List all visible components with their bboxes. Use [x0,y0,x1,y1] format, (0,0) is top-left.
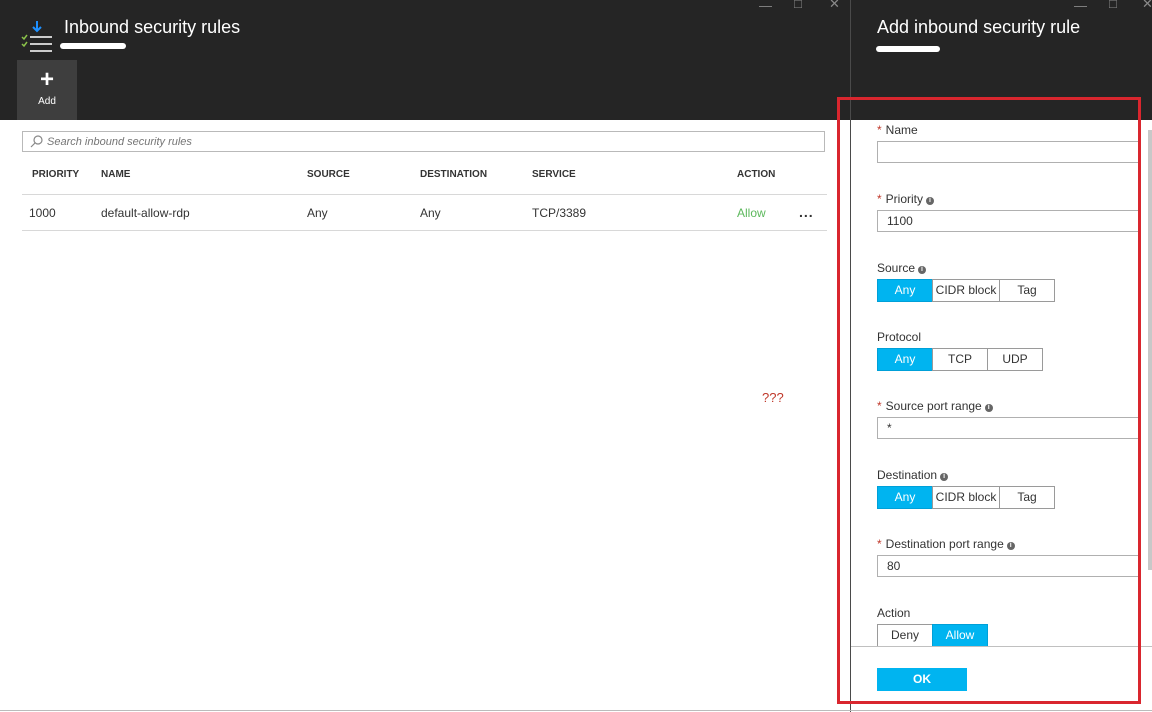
source-option-tag[interactable]: Tag [999,279,1055,302]
column-header-service[interactable]: SERVICE [532,169,576,180]
redacted-subtitle [60,43,126,49]
source-option-cidr-block[interactable]: CIDR block [932,279,1000,302]
source-port-range-label: * Source port range i [877,399,993,413]
add-button-label: Add [38,96,56,107]
search-box[interactable] [22,131,825,152]
search-icon [30,135,43,148]
maximize-icon[interactable]: □ [794,0,802,11]
destination-port-range-input[interactable] [877,555,1139,577]
add-button[interactable]: + Add [17,60,77,120]
header-divider [22,194,827,195]
annotation-question-marks: ??? [762,390,784,405]
source-selector: Any CIDR block Tag [877,279,1055,302]
minimize-icon[interactable]: — [1074,0,1087,13]
info-icon[interactable]: i [918,266,927,274]
source-label: Source i [877,261,927,275]
cell-name: default-allow-rdp [101,206,190,220]
add-rule-form: *Name *Priorityi Sourcei Any CIDR block … [851,120,1152,646]
action-option-allow[interactable]: Allow [932,624,988,646]
cell-source: Any [307,206,328,220]
protocol-option-any[interactable]: Any [877,348,933,371]
column-header-priority[interactable]: PRIORITY [32,169,79,180]
protocol-option-tcp[interactable]: TCP [932,348,988,371]
destination-port-range-label: * Destination port range i [877,537,1015,551]
action-label: Action [877,606,911,620]
column-header-name[interactable]: NAME [101,169,130,180]
search-input[interactable] [47,132,807,151]
action-option-deny[interactable]: Deny [877,624,933,646]
info-icon[interactable]: i [1006,542,1015,550]
destination-option-cidr-block[interactable]: CIDR block [932,486,1000,509]
source-port-range-input[interactable] [877,417,1139,439]
info-icon[interactable]: i [940,473,949,481]
source-option-any[interactable]: Any [877,279,933,302]
destination-option-tag[interactable]: Tag [999,486,1055,509]
protocol-selector: Any TCP UDP [877,348,1043,371]
protocol-label: Protocol [877,330,922,344]
info-icon[interactable]: i [926,197,935,205]
cell-service: TCP/3389 [532,206,587,220]
more-icon[interactable]: ... [799,204,814,220]
close-icon[interactable]: ✕ [829,0,840,12]
destination-option-any[interactable]: Any [877,486,933,509]
redacted-subtitle-right [876,46,940,52]
close-icon[interactable]: ✕ [1142,0,1152,12]
priority-input[interactable] [877,210,1139,232]
inbound-rules-icon [21,21,52,52]
right-blade-title: Add inbound security rule [877,17,1081,37]
priority-label: * Priority i [877,192,935,206]
cell-priority: 1000 [29,206,56,220]
name-label: * Name [877,123,918,137]
column-header-destination[interactable]: DESTINATION [420,169,487,180]
ok-button[interactable]: OK [877,668,967,691]
maximize-icon[interactable]: □ [1109,0,1117,11]
destination-label: Destination i [877,468,949,482]
cell-destination: Any [420,206,441,220]
name-input[interactable] [877,141,1139,163]
protocol-option-udp[interactable]: UDP [987,348,1043,371]
column-header-action[interactable]: ACTION [737,169,775,180]
destination-selector: Any CIDR block Tag [877,486,1055,509]
minimize-icon[interactable]: — [759,0,772,13]
action-selector: Deny Allow [877,624,988,646]
footer-divider [851,646,1152,647]
row-divider [22,230,827,231]
cell-action: Allow [737,206,766,220]
bottom-border [0,710,1152,711]
plus-icon: + [39,66,54,93]
info-icon[interactable]: i [984,404,993,412]
left-blade-title: Inbound security rules [64,17,241,37]
column-header-source[interactable]: SOURCE [307,169,350,180]
form-scrollbar[interactable] [1148,130,1152,570]
